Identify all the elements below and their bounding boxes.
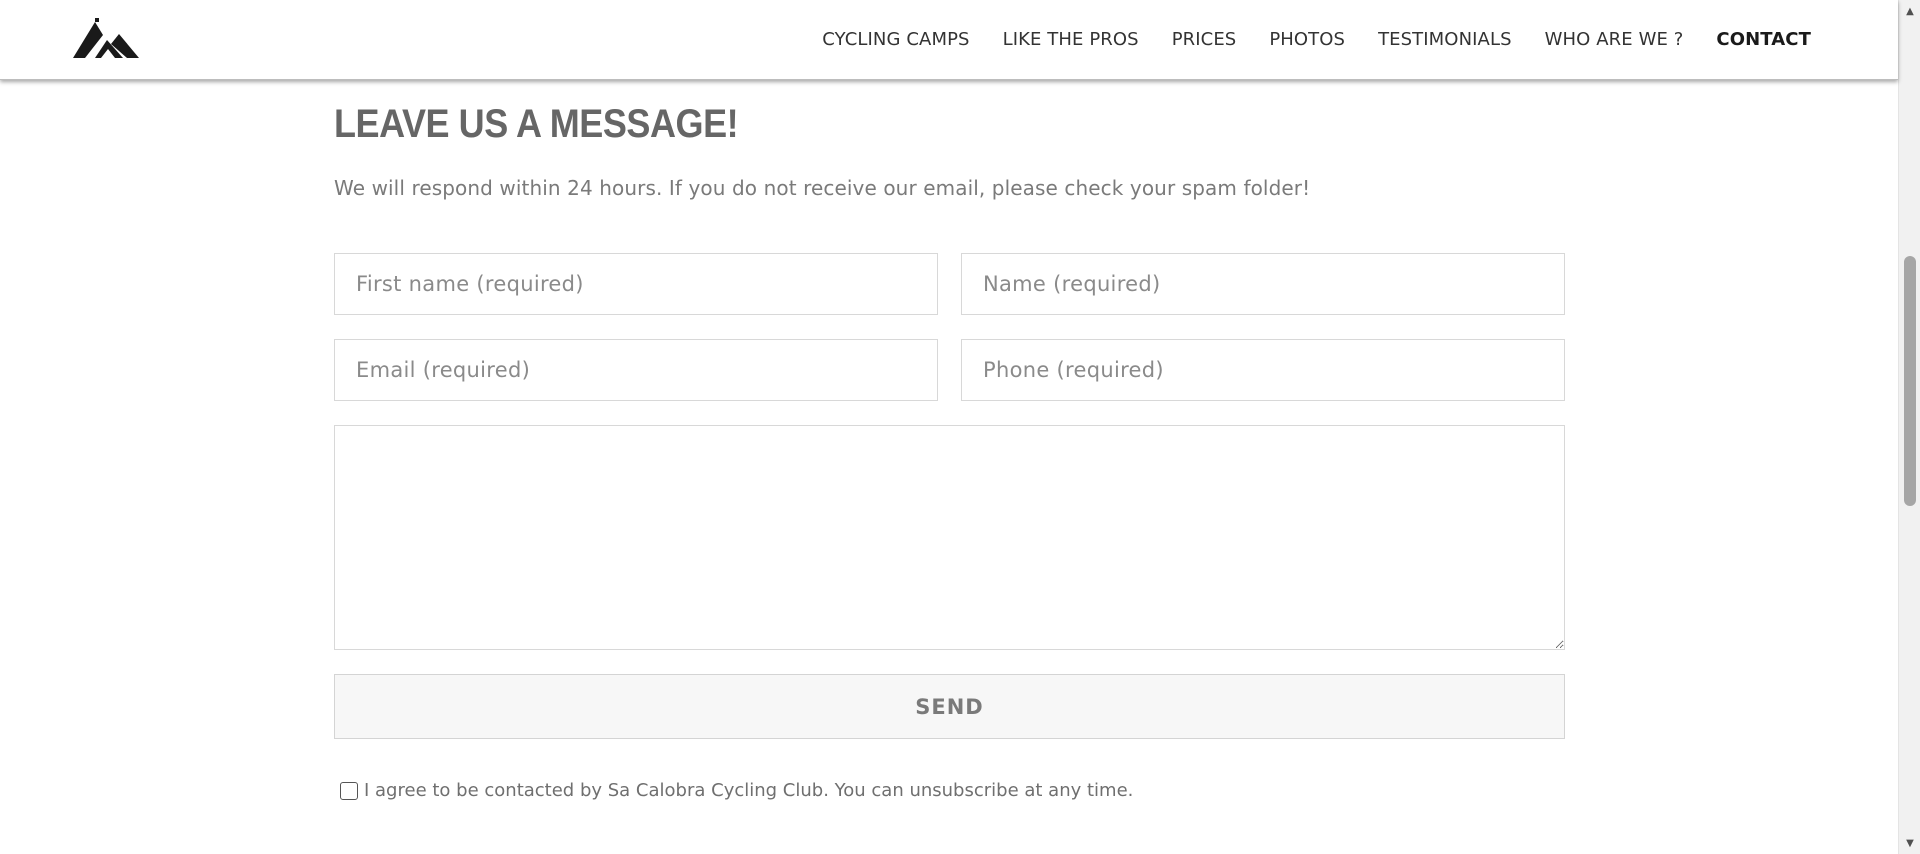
first-name-input[interactable] [334, 253, 938, 315]
nav-item-photos[interactable]: PHOTOS [1269, 29, 1345, 50]
consent-row[interactable]: I agree to be contacted by Sa Calobra Cy… [340, 780, 1133, 801]
scrollbar-thumb[interactable] [1904, 256, 1916, 506]
scroll-up-arrow-icon[interactable]: ▲ [1899, 2, 1920, 20]
name-input[interactable] [961, 253, 1565, 315]
nav-item-like-the-pros[interactable]: LIKE THE PROS [1003, 29, 1139, 50]
form-title: LEAVE US A MESSAGE! [334, 102, 739, 146]
scroll-down-arrow-icon[interactable]: ▼ [1899, 834, 1920, 852]
nav-item-contact[interactable]: CONTACT [1716, 29, 1811, 50]
nav-item-testimonials[interactable]: TESTIMONIALS [1378, 29, 1512, 50]
consent-label: I agree to be contacted by Sa Calobra Cy… [364, 780, 1134, 801]
mountain-logo-icon[interactable] [71, 18, 141, 60]
nav-item-prices[interactable]: PRICES [1172, 29, 1237, 50]
nav-item-cycling-camps[interactable]: CYCLING CAMPS [822, 29, 969, 50]
email-input[interactable] [334, 339, 938, 401]
vertical-scrollbar[interactable]: ▲ ▼ [1898, 0, 1920, 854]
send-button[interactable]: SEND [334, 674, 1565, 739]
consent-checkbox[interactable] [340, 781, 358, 800]
site-header: CYCLING CAMPS LIKE THE PROS PRICES PHOTO… [0, 0, 1898, 80]
phone-input[interactable] [961, 339, 1565, 401]
form-subtitle: We will respond within 24 hours. If you … [334, 176, 1311, 200]
nav-item-who-are-we[interactable]: WHO ARE WE ? [1545, 29, 1684, 50]
message-textarea[interactable] [334, 425, 1565, 650]
page: CYCLING CAMPS LIKE THE PROS PRICES PHOTO… [0, 0, 1920, 854]
main-nav: CYCLING CAMPS LIKE THE PROS PRICES PHOTO… [789, 0, 1811, 78]
